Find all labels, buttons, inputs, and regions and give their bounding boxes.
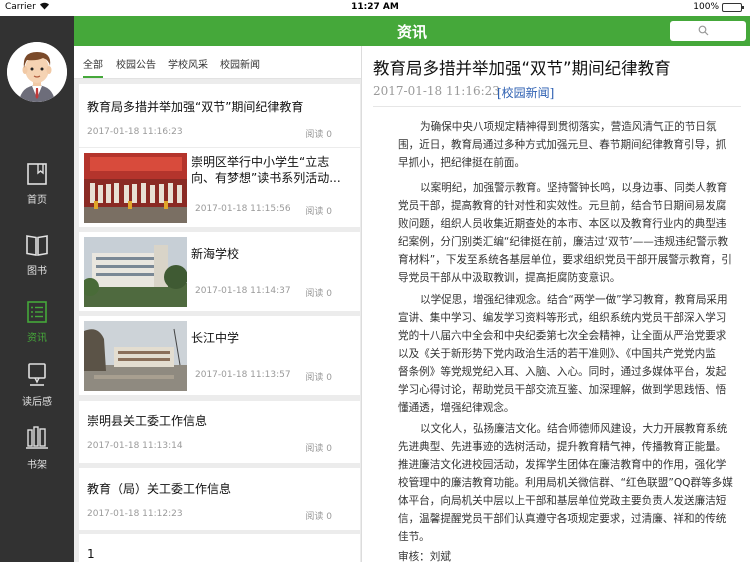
list-item-thumbnail [84,237,187,307]
news-list: 全部 校园公告 学校风采 校园新闻 教育局多措并举加强“双节”期间纪律教育 20… [74,46,361,562]
news-list-icon [27,301,47,323]
article-date: 2017-01-18 11:16:23 [373,84,500,98]
nav-label-bookshelf: 书架 [27,460,47,471]
list-item-date: 2017-01-18 11:14:37 [195,286,291,296]
status-bar: Carrier 11:27 AM 100% [0,0,750,16]
nav-item-books[interactable]: 图书 [0,233,74,293]
list-item-reads: 阅读 0 [305,444,332,454]
battery-icon [722,2,744,12]
article-auditor: 审核：刘斌 [398,551,451,562]
list-item-title: 教育局多措并举加强“双节”期间纪律教育 [87,100,304,114]
list-item-reads: 阅读 0 [305,130,332,140]
list-item[interactable]: 长江中学 2017-01-18 11:13:57 阅读 0 [79,316,360,395]
list-item-title: 教育（局）关工委工作信息 [87,482,232,496]
article-paragraph: 以学促思，增强纪律观念。结合“两学一做”学习教育，教育局采用 宣讲、集中学习、编… [398,294,728,414]
battery-indicator: 100% [693,2,744,12]
tab-campus-announcements[interactable]: 校园公告 [116,56,156,71]
article-paragraph: 为确保中央八项规定精神得到贯彻落实，营造风清气正的节日氛 围，近日，教育局通过多… [398,121,727,169]
list-item-date: 2017-01-18 11:15:56 [195,204,291,214]
list-item-reads: 阅读 0 [305,207,332,217]
tab-campus-news[interactable]: 校园新闻 [220,56,260,71]
list-item-reads: 阅读 0 [305,512,332,522]
search-icon [698,25,709,36]
article-paragraph: 以案明纪，加强警示教育。坚持警钟长鸣，以身边事、同类人教育 党员干部，提高教育的… [398,182,732,284]
book-icon [27,163,47,185]
article-detail: 教育局多措并举加强“双节”期间纪律教育 2017-01-18 11:16:23 … [361,46,750,562]
list-item-title: 长江中学 [191,331,240,345]
nav-item-bookshelf[interactable]: 书架 [0,425,74,485]
nav-item-home[interactable]: 首页 [0,162,74,222]
list-item-date: 2017-01-18 11:13:57 [195,370,291,380]
list-item[interactable]: 1 [79,534,360,562]
sidebar: 首页 图书 资讯 读后感 书架 [0,16,74,562]
list-item-date: 2017-01-18 11:13:14 [87,441,183,451]
list-item-date: 2017-01-18 11:12:23 [87,509,183,519]
divider [373,106,741,107]
open-book-icon [26,235,48,256]
list-item-title: 1 [87,547,95,561]
list-item-thumbnail [84,153,187,223]
list-item[interactable]: 崇明区举行中小学生“立志 向、有梦想”读书系列活动... 2017-01-18 … [79,148,360,227]
list-item[interactable]: 教育（局）关工委工作信息 2017-01-18 11:12:23 阅读 0 [79,468,360,530]
nav-item-news[interactable]: 资讯 [0,300,74,360]
nav-label-reading-notes: 读后感 [22,397,52,408]
header-bar: 资讯 [74,16,750,46]
list-item[interactable]: 教育局多措并举加强“双节”期间纪律教育 2017-01-18 11:16:23 … [79,84,360,147]
list-item-date: 2017-01-18 11:16:23 [87,127,183,137]
category-tabs: 全部 校园公告 学校风采 校园新闻 [74,46,361,79]
search-input[interactable] [670,21,746,41]
article-title: 教育局多措并举加强“双节”期间纪律教育 [373,59,671,78]
list-item-thumbnail [84,321,187,391]
nav-label-books: 图书 [27,266,47,277]
list-item-title: 新海学校 [191,247,240,261]
page-title: 资讯 [396,23,427,41]
reading-notes-icon [28,363,46,386]
nav-item-reading-notes[interactable]: 读后感 [0,362,74,422]
bookshelf-icon [26,426,48,449]
list-item[interactable]: 崇明县关工委工作信息 2017-01-18 11:13:14 阅读 0 [79,401,360,463]
nav-label-news: 资讯 [27,333,47,344]
tab-school-style[interactable]: 学校风采 [168,56,208,71]
list-item-reads: 阅读 0 [305,289,332,299]
clock: 11:27 AM [351,2,399,12]
list-item-title: 崇明区举行中小学生“立志 向、有梦想”读书系列活动... [191,155,341,185]
avatar[interactable] [7,42,67,102]
article-paragraph: 以文化人，弘扬廉洁文化。结合师德师风建设，大力开展教育系统 先进典型、先进事迹的… [398,423,733,543]
list-item-reads: 阅读 0 [305,373,332,383]
article-category[interactable]: [校园新闻] [497,84,554,101]
nav-label-home: 首页 [27,195,47,206]
tab-all[interactable]: 全部 [83,56,103,78]
list-item[interactable]: 新海学校 2017-01-18 11:14:37 阅读 0 [79,232,360,311]
list-item-title: 崇明县关工委工作信息 [87,414,208,428]
battery-percent: 100% [693,2,719,12]
